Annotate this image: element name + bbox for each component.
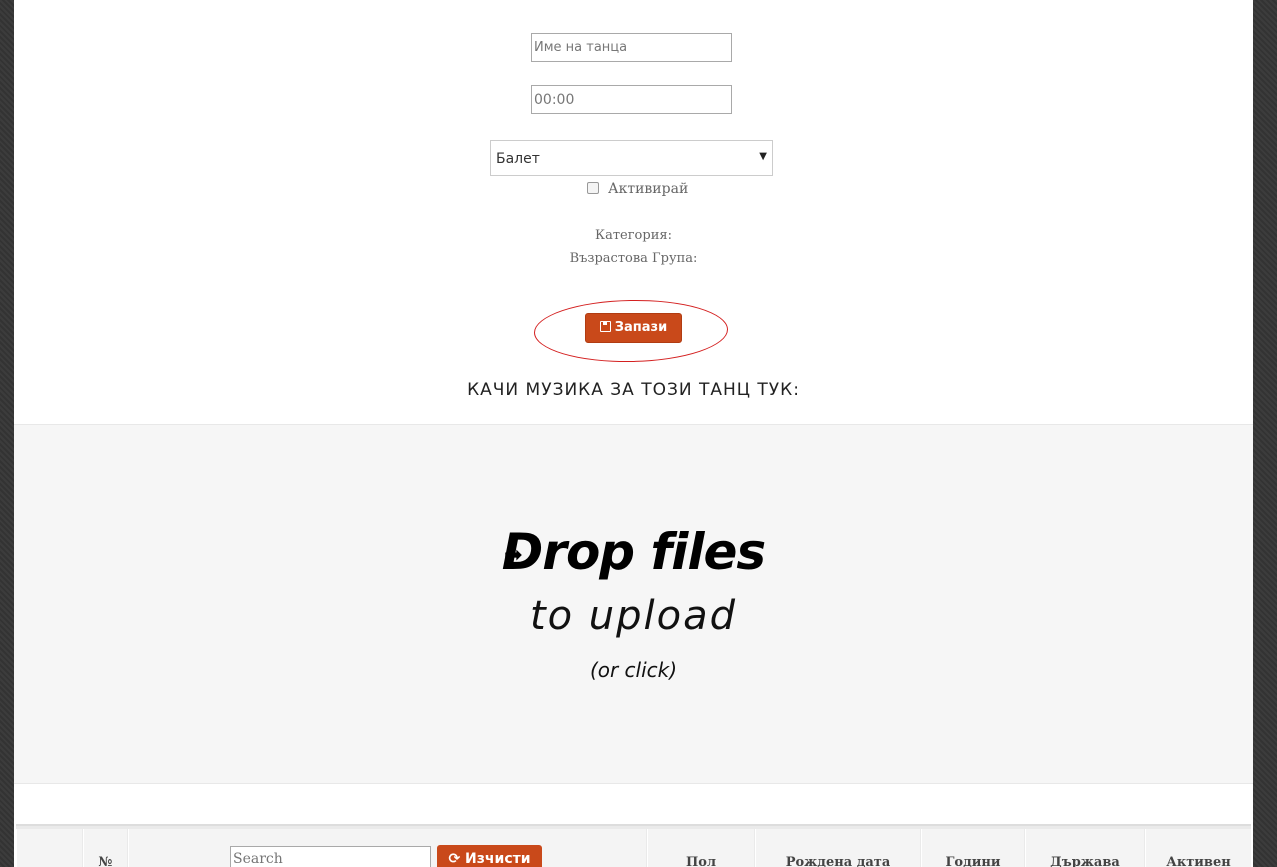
dancers-table-header: № ⟳ Изчисти Пол Рождена дата Години Държ…	[16, 824, 1251, 867]
dropzone-title: Drop files	[501, 523, 766, 581]
column-header-active: Активен	[1145, 829, 1251, 867]
column-header-blank	[16, 829, 82, 867]
column-header-number: №	[83, 829, 127, 867]
clear-button[interactable]: ⟳ Изчисти	[437, 845, 542, 867]
save-button[interactable]: Запази	[585, 313, 682, 343]
dropdown-arrow-icon: ▼	[759, 151, 767, 162]
save-button-label: Запази	[614, 320, 668, 335]
clear-button-label: Изчисти	[465, 851, 531, 867]
file-dropzone[interactable]: ➡ Drop files to upload (or click)	[14, 424, 1253, 784]
refresh-icon: ⟳	[448, 851, 461, 867]
dance-style-value: Балет	[496, 151, 540, 167]
dance-name-input[interactable]	[531, 33, 732, 62]
dance-time-input[interactable]	[531, 85, 732, 114]
category-label: Категория:	[595, 228, 672, 243]
activate-label: Активирай	[608, 181, 689, 197]
column-header-country: Държава	[1025, 829, 1144, 867]
right-background	[1253, 0, 1277, 867]
dropzone-hint: (or click)	[589, 658, 678, 682]
upload-heading: КАЧИ МУЗИКА ЗА ТОЗИ ТАНЦ ТУК:	[467, 380, 800, 400]
floppy-disk-icon	[599, 321, 611, 332]
activate-checkbox[interactable]	[587, 182, 599, 194]
dropzone-subtitle: to upload	[529, 593, 738, 639]
page: Балет ▼ Активирай Категория: Възрастова …	[14, 0, 1253, 867]
left-background	[0, 0, 14, 867]
search-input[interactable]	[230, 846, 431, 867]
dance-style-select[interactable]: Балет ▼	[490, 140, 773, 176]
column-header-birthdate: Рождена дата	[755, 829, 920, 867]
column-header-age: Години	[921, 829, 1024, 867]
column-header-gender: Пол	[647, 829, 754, 867]
age-group-label: Възрастова Група:	[569, 251, 698, 266]
